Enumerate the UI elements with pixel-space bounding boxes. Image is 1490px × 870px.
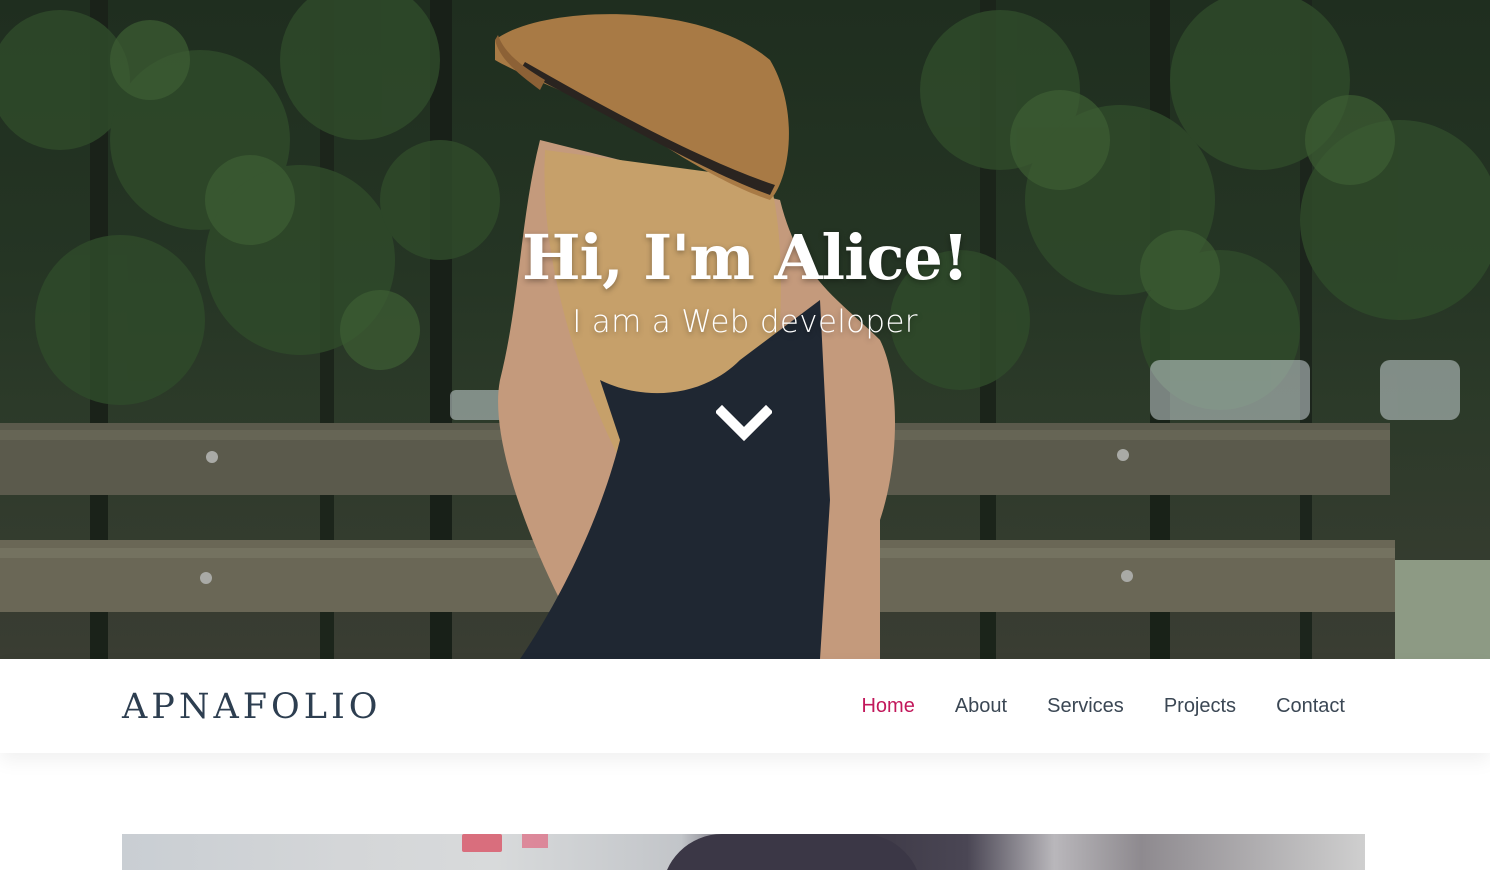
- hero-content: Hi, I'm Alice! I am a Web developer: [0, 220, 1490, 342]
- chevron-down-icon: [714, 404, 774, 442]
- nav-link-about[interactable]: About: [955, 692, 1007, 720]
- image-detail: [462, 834, 502, 852]
- image-detail: [662, 834, 922, 870]
- nav-link-contact[interactable]: Contact: [1276, 692, 1345, 720]
- nav-links: Home About Services Projects Contact: [821, 692, 1345, 720]
- main-navbar: APNAFOLIO Home About Services Projects C…: [0, 659, 1490, 753]
- hero-title: Hi, I'm Alice!: [521, 221, 969, 294]
- nav-link-projects[interactable]: Projects: [1164, 692, 1236, 720]
- nav-link-services[interactable]: Services: [1047, 692, 1124, 720]
- hero-section: Hi, I'm Alice! I am a Web developer: [0, 0, 1490, 659]
- image-detail: [522, 834, 548, 848]
- brand-logo[interactable]: APNAFOLIO: [122, 687, 381, 727]
- nav-link-home[interactable]: Home: [861, 692, 914, 720]
- hero-subtitle: I am a Web developer: [572, 304, 918, 340]
- scroll-down-button[interactable]: [714, 404, 774, 444]
- about-section-image: [122, 834, 1365, 870]
